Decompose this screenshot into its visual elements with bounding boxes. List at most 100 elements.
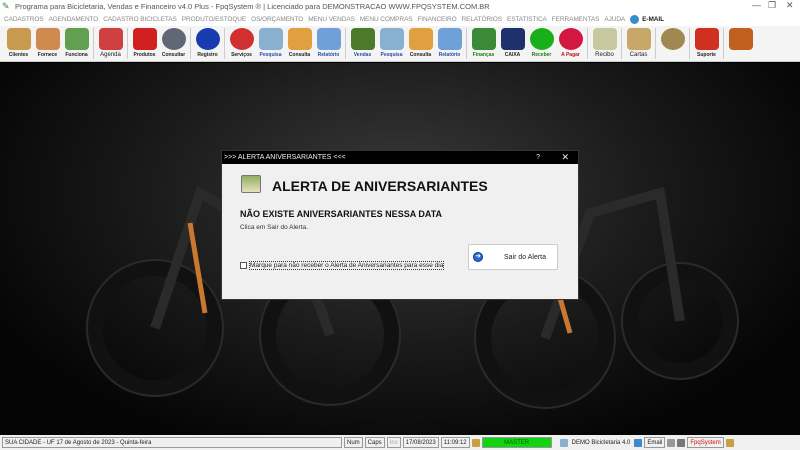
bike-service-icon [229,28,254,50]
toolbar-consulta-button[interactable]: Consulta [285,26,314,61]
menu-relat-rios[interactable]: RELATÓRIOS [462,16,503,23]
user-icon [471,438,480,447]
menu-produto-estoque[interactable]: PRODUTO/ESTOQUE [182,16,246,23]
dont-alert-checkbox[interactable]: Marque para não receber o Alerta de Aniv… [240,261,445,270]
app-logo-icon: ✎ [2,0,10,11]
letter-icon [626,28,651,50]
toolbar-consulta-button[interactable]: Consulta [406,26,435,61]
toolbar-separator [127,28,128,59]
print-icon[interactable] [667,438,676,447]
status-email[interactable]: Email [644,437,666,448]
status-date: 17/08/2023 [402,437,439,448]
company-icon [559,438,568,447]
email-icon[interactable] [634,438,643,447]
toolbar-label: Recibo [595,52,614,58]
checkbox-box[interactable] [240,262,247,269]
toolbar-caixa-button[interactable]: CAIXA [498,26,527,61]
toolbar-pesquisa-button[interactable]: Pesquisa [377,26,406,61]
toolbar-relat-rio-button[interactable]: Relatório [435,26,464,61]
toolbar-label: Cartas [629,52,648,58]
menu-financeiro[interactable]: FINANCEIRO [417,16,456,23]
status-brand[interactable]: FpqSystem [687,437,724,448]
status-caps: Caps [364,437,385,448]
menu-ferramentas[interactable]: FERRAMENTAS [552,16,600,23]
toolbar-label: Pesquisa [259,52,282,58]
toolbar-label: Relatório [438,52,461,58]
toolbar: Clientes Fornece Funciona Agenda Produtos Con… [0,26,800,62]
checkbox-label: Marque para não receber o Alerta de Aniv… [249,261,445,270]
toolbar-label: Vendas [353,52,372,58]
help-button[interactable]: ? [536,154,540,161]
menu-menu-compras[interactable]: MENU COMPRAS [360,16,413,23]
search-doc-icon [258,28,283,50]
toolbar-receber-button[interactable]: Receber [527,26,556,61]
menu-cadastro-bicicletas[interactable]: CADASTRO BICICLETAS [103,16,177,23]
toolbar-cartas-button[interactable]: Cartas [624,26,653,61]
toolbar-pesquisa-button[interactable]: Pesquisa [256,26,285,61]
toolbar-separator [190,28,191,59]
toolbar-relat-rio-button[interactable]: Relatório [314,26,343,61]
exit-alert-label: Sair do Alerta [504,253,547,261]
toolbar-label: Pesquisa [380,52,403,58]
toolbar-finan-as-button[interactable]: Finanças [469,26,498,61]
toolbar-exit-door-button[interactable] [726,26,755,61]
minimize-button[interactable]: — [752,0,761,10]
clients-icon [6,28,31,50]
toolbar-label: Produtos [133,52,156,58]
exit-alert-button[interactable]: ➜ Sair do Alerta [468,244,558,270]
cashbook-icon [500,28,525,50]
toolbar-registro-button[interactable]: Registro [193,26,222,61]
toolbar-label: Agenda [100,52,121,58]
toolbar-coins-button[interactable] [658,26,687,61]
menu-os-or-amento[interactable]: OS/ORÇAMENTO [251,16,303,23]
close-button[interactable]: ✕ [786,0,794,11]
toolbar-label: Relatório [317,52,340,58]
toolbar-produtos-button[interactable]: Produtos [130,26,159,61]
toolbar-clientes-button[interactable]: Clientes [4,26,33,61]
employee-icon [64,28,89,50]
toolbar-fornece-button[interactable]: Fornece [33,26,62,61]
toolbar-label: CAIXA [504,52,521,58]
title-bar: ✎ Programa para Bicicletaria, Vendas e F… [0,0,800,12]
menu-menu-vendas[interactable]: MENU VENDAS [308,16,355,23]
printer-icon [316,28,341,50]
toolbar-suporte-button[interactable]: Suporte [692,26,721,61]
dialog-title-bar: >>> ALERTA ANIVERSARIANTES <<< ? ✕ [222,151,578,164]
finance-icon [471,28,496,50]
toolbar-label: Fornece [37,52,58,58]
exit-door-icon [728,28,753,50]
maximize-button[interactable]: ❐ [768,0,776,11]
toolbar-label: Receber [531,52,552,58]
toolbar-funciona-button[interactable]: Funciona [62,26,91,61]
supplier-icon [35,28,60,50]
toolbar-separator [93,28,94,59]
menu-email[interactable]: E-MAIL [630,14,664,24]
toolbar-servi-os-button[interactable]: Serviços [227,26,256,61]
toolbar-a-pagar-button[interactable]: A Pagar [556,26,585,61]
pay-money-icon [558,28,583,50]
toolbar-separator [655,28,656,59]
status-user: MASTER [481,437,552,448]
printer-icon [437,28,462,50]
menu-estatistica[interactable]: ESTATISTICA [507,16,547,23]
dialog-close-button[interactable]: ✕ [561,152,569,163]
menu-ajuda[interactable]: AJUDA [604,16,625,23]
calculator-icon[interactable] [677,438,686,447]
toolbar-agenda-button[interactable]: Agenda [96,26,125,61]
receipt-icon [592,28,617,50]
menu-cadastros[interactable]: CADASTROS [4,16,44,23]
toolbox-icon [132,28,157,50]
support-icon [694,28,719,50]
alert-message: NÃO EXISTE ANIVERSARIANTES NESSA DATA [240,209,443,219]
toolbar-label: Clientes [8,52,29,58]
status-num: Num [344,437,363,448]
folder-icon [408,28,433,50]
email-globe-icon [630,14,640,24]
status-time: 11:09:12 [440,437,470,448]
menu-agendamento[interactable]: AGENDAMENTO [49,16,99,23]
toolbar-recibo-button[interactable]: Recibo [590,26,619,61]
toolbar-consultar-button[interactable]: Consultar [159,26,188,61]
toolbar-vendas-button[interactable]: Vendas [348,26,377,61]
toolbar-label: Consulta [288,52,311,58]
status-ins: Ins [386,437,401,448]
